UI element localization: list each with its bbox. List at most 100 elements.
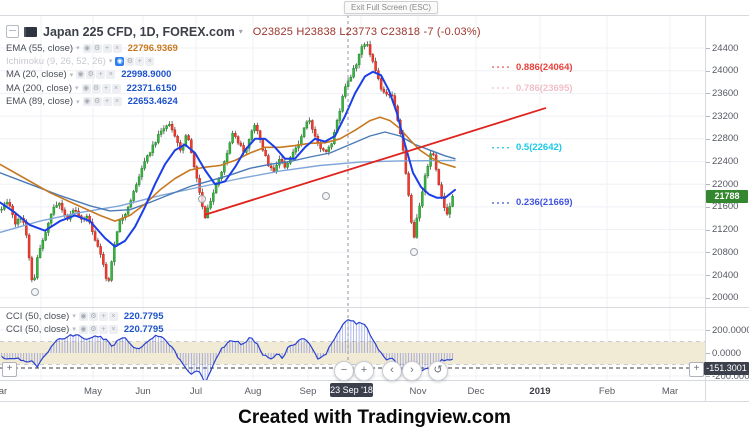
indicator-value: 22998.9000 [121,69,172,81]
indicator-value: 220.7795 [123,310,164,322]
indicator-row[interactable]: MA (20, close) ▾ ◉ ⚙ + × 22998.9000 [6,69,171,81]
indicator-value: 22796.9369 [127,42,178,54]
scroll-right-button[interactable]: › [402,361,422,381]
indicator-row[interactable]: EMA (89, close) ▾ ◉ ⚙ + × 22653.4624 [6,96,178,108]
last-price-badge: 21788 [706,189,748,203]
chevron-down-icon[interactable]: ▾ [75,84,79,92]
pane-separator[interactable] [0,307,749,308]
price-axis-label: 21600 [712,201,739,213]
price-axis-tick [706,93,710,95]
indicator-label: MA (20, close) [6,69,67,81]
eye-icon[interactable]: ◉ [82,43,92,53]
price-axis-label: 20400 [712,269,739,281]
reset-chart-button[interactable]: ↺ [428,361,448,381]
crosshair-right-plus-icon[interactable]: + [689,361,704,377]
price-axis-tick [706,252,710,254]
price-axis-tick [706,184,710,186]
price-axis-border [705,15,706,401]
cci-axis-tick [706,330,710,331]
zoom-in-button[interactable]: + [354,361,374,381]
price-axis-label: 24400 [712,42,739,54]
price-axis-label: 24000 [712,65,739,77]
price-axis-label: 20800 [712,246,739,258]
crosshair-date-badge: 23 Sep '18 [330,383,373,397]
zoom-out-button[interactable]: − [334,361,354,381]
time-axis-label: Aug [244,386,262,397]
close-icon[interactable]: × [106,70,116,80]
cci-indicator-row[interactable]: CCI (50, close) ▾ ◉ ⚙ + × 220.7795 [6,310,164,322]
symbol-header[interactable]: Japan 225 CFD, 1D, FOREX.com ▾ O23825 H2… [6,24,481,39]
crosshair-left-plus-icon[interactable]: + [2,361,17,377]
gear-icon[interactable]: ⚙ [88,324,98,334]
price-axis-tick [706,297,710,299]
indicator-label: CCI (50, close) [6,310,70,322]
plus-icon[interactable]: + [98,324,108,334]
price-axis-tick [706,229,710,231]
price-axis-tick [706,138,710,140]
gear-icon[interactable]: ⚙ [86,70,96,80]
time-axis-label: Jun [135,386,151,397]
scroll-left-button[interactable]: ‹ [382,361,402,381]
price-axis-label: 22000 [712,178,739,190]
chevron-down-icon[interactable]: ▾ [76,98,80,106]
gear-icon[interactable]: ⚙ [92,43,102,53]
close-icon[interactable]: × [112,43,122,53]
indicator-value: 220.7795 [123,323,164,335]
close-icon[interactable]: × [111,83,121,93]
plus-icon[interactable]: + [98,311,108,321]
indicator-label: EMA (55, close) [6,42,74,54]
event-marker [198,195,206,203]
plus-icon[interactable]: + [102,97,112,107]
ema89-line [0,131,456,212]
eye-icon[interactable]: ◉ [115,56,125,66]
event-marker [410,248,418,256]
plus-icon[interactable]: + [101,83,111,93]
plus-icon[interactable]: + [102,43,112,53]
gear-icon[interactable]: ⚙ [91,83,101,93]
chevron-down-icon[interactable]: ▾ [72,325,76,333]
close-icon[interactable]: × [112,97,122,107]
eye-icon[interactable]: ◉ [76,70,86,80]
ohlc-values: O23825 H23838 L23773 C23818 -7 (-0.03%) [252,25,481,38]
price-axis-label: 20000 [712,292,739,304]
fib-level-label: 0.236(21669) [516,197,573,209]
event-marker [322,192,330,200]
plus-icon[interactable]: + [96,70,106,80]
eye-icon[interactable]: ◉ [82,97,92,107]
time-axis-label: Nov [409,386,427,397]
indicator-row[interactable]: Ichimoku (9, 26, 52, 26) ▾ ◉ ⚙ + × [6,55,155,67]
plus-icon[interactable]: + [135,56,145,66]
chevron-down-icon[interactable]: ▾ [70,71,74,79]
gear-icon[interactable]: ⚙ [88,311,98,321]
indicator-value: 22371.6150 [126,82,177,94]
symbol-title[interactable]: Japan 225 CFD, 1D, FOREX.com [43,25,235,39]
gear-icon[interactable]: ⚙ [92,97,102,107]
cci-axis-label: 0.0000 [712,347,742,359]
chevron-down-icon[interactable]: ▾ [109,57,113,65]
price-axis-tick [706,275,710,276]
watermark-text: Created with Tradingview.com [238,407,511,428]
indicator-row[interactable]: EMA (55, close) ▾ ◉ ⚙ + × 22796.9369 [6,42,178,54]
close-icon[interactable]: × [108,311,118,321]
price-axis-tick [706,161,710,163]
cci-indicator-row[interactable]: CCI (50, close) ▾ ◉ ⚙ + × 220.7795 [6,323,164,335]
layout-icon[interactable] [6,25,19,38]
event-marker [31,288,39,296]
cci-axis-tick [706,353,710,354]
eye-icon[interactable]: ◉ [78,324,88,334]
price-axis-label: 23200 [712,110,739,122]
time-axis-top-border [0,380,749,381]
cci-axis-tick [706,376,710,377]
price-axis-label: 22800 [712,133,739,145]
chevron-down-icon[interactable]: ▾ [72,312,76,320]
close-icon[interactable]: × [145,56,155,66]
chevron-down-icon[interactable]: ▾ [239,27,243,36]
indicator-row[interactable]: MA (200, close) ▾ ◉ ⚙ + × 22371.6150 [6,82,177,94]
gear-icon[interactable]: ⚙ [125,56,135,66]
eye-icon[interactable]: ◉ [78,311,88,321]
chevron-down-icon[interactable]: ▾ [76,44,80,52]
ma200-line [0,159,456,234]
indicator-label: CCI (50, close) [6,323,70,335]
eye-icon[interactable]: ◉ [81,83,91,93]
close-icon[interactable]: × [108,324,118,334]
